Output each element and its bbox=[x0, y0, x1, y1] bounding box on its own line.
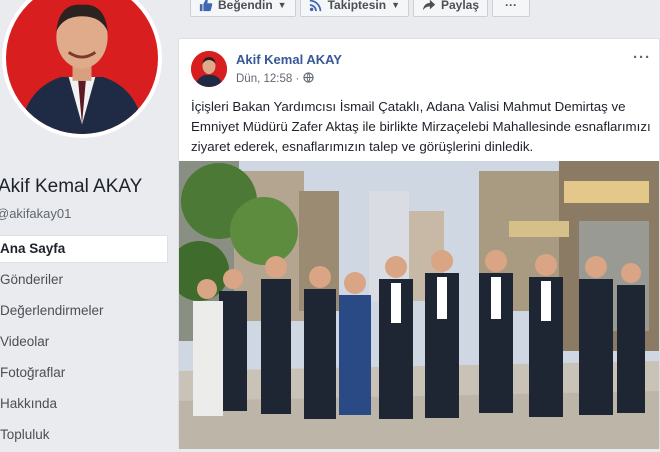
share-page-button[interactable]: Paylaş bbox=[412, 0, 489, 17]
nav-item-community[interactable]: Topluluk bbox=[0, 421, 168, 452]
nav-item-reviews[interactable]: Değerlendirmeler bbox=[0, 297, 168, 328]
post-text: İçişleri Bakan Yardımcısı İsmail Çataklı… bbox=[191, 99, 651, 154]
chevron-down-icon: ▼ bbox=[277, 0, 287, 10]
like-button-label: Beğendin bbox=[218, 0, 273, 12]
post-meta: Dün, 12:58 · bbox=[236, 72, 314, 86]
follow-button-label: Takiptesin bbox=[327, 0, 387, 12]
nav-item-posts[interactable]: Gönderiler bbox=[0, 266, 168, 297]
post-options-button[interactable]: ··· bbox=[633, 49, 651, 66]
post-photo[interactable] bbox=[179, 161, 659, 449]
share-button-label: Paylaş bbox=[440, 0, 480, 12]
share-arrow-icon bbox=[422, 0, 436, 12]
chevron-down-icon: ▼ bbox=[391, 0, 400, 10]
follow-page-button[interactable]: Takiptesin ▼ bbox=[299, 0, 409, 17]
profile-picture[interactable] bbox=[2, 0, 162, 138]
globe-icon bbox=[303, 72, 314, 86]
page-handle[interactable]: @akifakay01 bbox=[0, 206, 71, 221]
nav-item-photos[interactable]: Fotoğraflar bbox=[0, 359, 168, 390]
like-page-button[interactable]: Beğendin ▼ bbox=[190, 0, 296, 17]
nav-item-videos[interactable]: Videolar bbox=[0, 328, 168, 359]
page-sidebar-nav: Ana Sayfa Gönderiler Değerlendirmeler Vi… bbox=[0, 235, 168, 452]
thumbs-up-icon bbox=[199, 0, 213, 12]
post-author-avatar[interactable] bbox=[191, 51, 227, 87]
page-name[interactable]: Akif Kemal AKAY bbox=[0, 176, 142, 198]
more-icon: ··· bbox=[505, 0, 518, 12]
page-action-bar: Beğendin ▼ Takiptesin ▼ Paylaş ··· bbox=[190, 0, 531, 18]
more-actions-button[interactable]: ··· bbox=[492, 0, 531, 17]
nav-item-about[interactable]: Hakkında bbox=[0, 390, 168, 421]
post-timestamp[interactable]: Dün, 12:58 · bbox=[236, 73, 299, 85]
rss-icon bbox=[309, 0, 323, 12]
post-card: Akif Kemal AKAY Dün, 12:58 · ··· İçişler… bbox=[178, 38, 660, 449]
nav-item-home[interactable]: Ana Sayfa bbox=[0, 235, 168, 263]
post-author-name[interactable]: Akif Kemal AKAY bbox=[236, 52, 342, 67]
